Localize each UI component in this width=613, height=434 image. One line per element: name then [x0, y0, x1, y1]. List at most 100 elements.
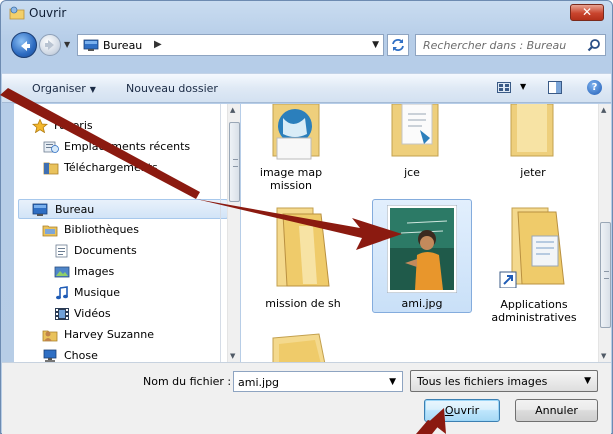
scroll-down-icon[interactable]: ▼ [230, 352, 235, 360]
navigation-scrollbar[interactable]: ▲ ▼ [227, 104, 240, 362]
cancel-button[interactable]: Annuler [515, 399, 598, 422]
star-icon [32, 119, 48, 133]
music-icon [56, 286, 68, 300]
folder-icon[interactable] [269, 332, 329, 362]
scroll-grip-icon [233, 159, 238, 167]
help-icon[interactable]: ? [587, 80, 602, 95]
filename-dropdown-icon[interactable]: ▼ [389, 377, 396, 387]
file-list: image map mission jce jeter mission de s… [241, 104, 598, 362]
preview-pane-icon[interactable] [548, 81, 562, 94]
network-icon [43, 349, 57, 362]
scroll-up-icon[interactable]: ▲ [230, 106, 235, 114]
filename-input[interactable]: ami.jpg ▼ [233, 371, 403, 392]
back-button[interactable] [11, 32, 37, 58]
organise-label: Organiser [32, 82, 86, 95]
desktop-icon [83, 39, 99, 51]
scroll-grip-icon [604, 271, 609, 279]
user-folder-icon [42, 330, 58, 342]
nav-item-libraries[interactable]: Bibliothèques [14, 220, 224, 240]
file-name: mission de sh [265, 297, 341, 310]
open-button-label: uvrir [453, 404, 480, 417]
nav-item-label: Emplacements récents [64, 140, 191, 153]
desktop-icon [32, 203, 48, 216]
nav-item-label: Vidéos [74, 307, 111, 320]
open-button[interactable]: Ouvrir [424, 399, 500, 422]
chevron-down-icon: ▼ [89, 85, 96, 94]
nav-item-desktop[interactable]: Bureau [18, 199, 228, 219]
address-row: ▼ Bureau ▶ ▼ Rechercher dans : Bureau [1, 25, 612, 63]
new-folder-button[interactable]: Nouveau dossier [126, 82, 218, 95]
nav-item-videos[interactable]: Vidéos [14, 304, 224, 324]
file-name: jeter [520, 166, 546, 179]
nav-item-documents[interactable]: Documents [14, 241, 224, 261]
nav-item-downloads[interactable]: Téléchargements [14, 158, 224, 178]
nav-item-favorites[interactable]: Favoris [14, 116, 224, 136]
search-input[interactable]: Rechercher dans : Bureau [415, 34, 606, 56]
folder-with-globe-icon [272, 104, 320, 160]
search-placeholder: Rechercher dans : Bureau [423, 39, 567, 52]
arrow-right-icon [45, 40, 54, 50]
window-title: Ouvrir [29, 6, 67, 20]
images-icon [54, 266, 70, 278]
filename-value[interactable]: ami.jpg [238, 376, 279, 389]
navigation-pane: Favoris Emplacements récents Téléchargem… [14, 104, 230, 362]
downloads-folder-icon [43, 162, 59, 175]
address-bar[interactable]: Bureau ▶ ▼ [77, 34, 384, 56]
nav-item-user-folder[interactable]: Harvey Suzanne [14, 325, 224, 345]
refresh-button[interactable] [387, 34, 409, 56]
file-name: jce [404, 166, 420, 179]
app-folder-icon [9, 6, 25, 20]
address-location[interactable]: Bureau [103, 39, 142, 52]
file-list-scroll-thumb[interactable] [600, 222, 611, 328]
file-item-folder[interactable]: mission de sh [253, 204, 353, 316]
scroll-down-icon[interactable]: ▼ [601, 352, 606, 360]
title-bar: Ouvrir ✕ [1, 1, 612, 25]
file-list-scrollbar[interactable]: ▲ ▼ [598, 104, 611, 362]
organise-menu-button[interactable]: Organiser ▼ [32, 82, 96, 95]
nav-item-label: Chose [64, 349, 98, 362]
open-button-mnemonic: O [444, 404, 454, 417]
search-icon[interactable] [587, 38, 601, 52]
libraries-icon [42, 225, 58, 237]
refresh-icon [392, 39, 404, 51]
history-chevron-down-icon[interactable]: ▼ [64, 40, 70, 49]
nav-item-label: Harvey Suzanne [64, 328, 154, 341]
image-thumbnail-icon [387, 205, 457, 293]
address-dropdown-icon[interactable]: ▼ [372, 40, 379, 50]
breadcrumb-chevron-icon[interactable]: ▶ [154, 39, 162, 50]
nav-item-label: Téléchargements [64, 161, 158, 174]
nav-item-images[interactable]: Images [14, 262, 224, 282]
view-chevron-down-icon[interactable]: ▼ [520, 82, 526, 91]
nav-item-label: Images [74, 265, 115, 278]
nav-item-recent-places[interactable]: Emplacements récents [14, 137, 224, 157]
folder-icon [510, 104, 554, 157]
dialog-footer: Nom du fichier : ami.jpg ▼ Tous les fich… [2, 362, 611, 434]
file-item-folder[interactable]: jce [362, 104, 462, 198]
command-toolbar: Organiser ▼ Nouveau dossier ▼ ? [2, 73, 611, 103]
videos-icon [55, 308, 69, 320]
forward-button[interactable] [39, 34, 61, 56]
nav-item-music[interactable]: Musique [14, 283, 224, 303]
pane-splitter[interactable] [220, 104, 221, 362]
file-item-shortcut[interactable]: Applications administratives [484, 204, 584, 330]
nav-item-label: Documents [74, 244, 137, 257]
navigation-scroll-thumb[interactable] [229, 122, 240, 202]
file-item-folder[interactable]: jeter [483, 104, 583, 198]
file-item-folder[interactable]: image map mission [241, 104, 341, 198]
arrow-left-icon [21, 41, 30, 51]
close-button[interactable]: ✕ [570, 4, 604, 21]
folder-shortcut-icon [499, 207, 565, 288]
view-mode-icon[interactable] [497, 82, 511, 93]
file-name: image map mission [259, 166, 323, 192]
recent-places-icon [43, 141, 59, 153]
nav-item-label: Bureau [55, 203, 95, 216]
documents-icon [55, 244, 68, 258]
filetype-value: Tous les fichiers images [417, 375, 548, 388]
file-item-image-selected[interactable]: ami.jpg [372, 199, 472, 313]
filetype-select[interactable]: Tous les fichiers images ▼ [410, 370, 598, 392]
scroll-up-icon[interactable]: ▲ [601, 106, 606, 114]
filetype-chevron-down-icon: ▼ [584, 376, 591, 386]
open-file-dialog: Ouvrir ✕ ▼ Bureau ▶ ▼ Rechercher dans: … [0, 0, 613, 434]
nav-item-network-place[interactable]: Chose [14, 346, 224, 362]
nav-item-label: Favoris [54, 119, 93, 132]
